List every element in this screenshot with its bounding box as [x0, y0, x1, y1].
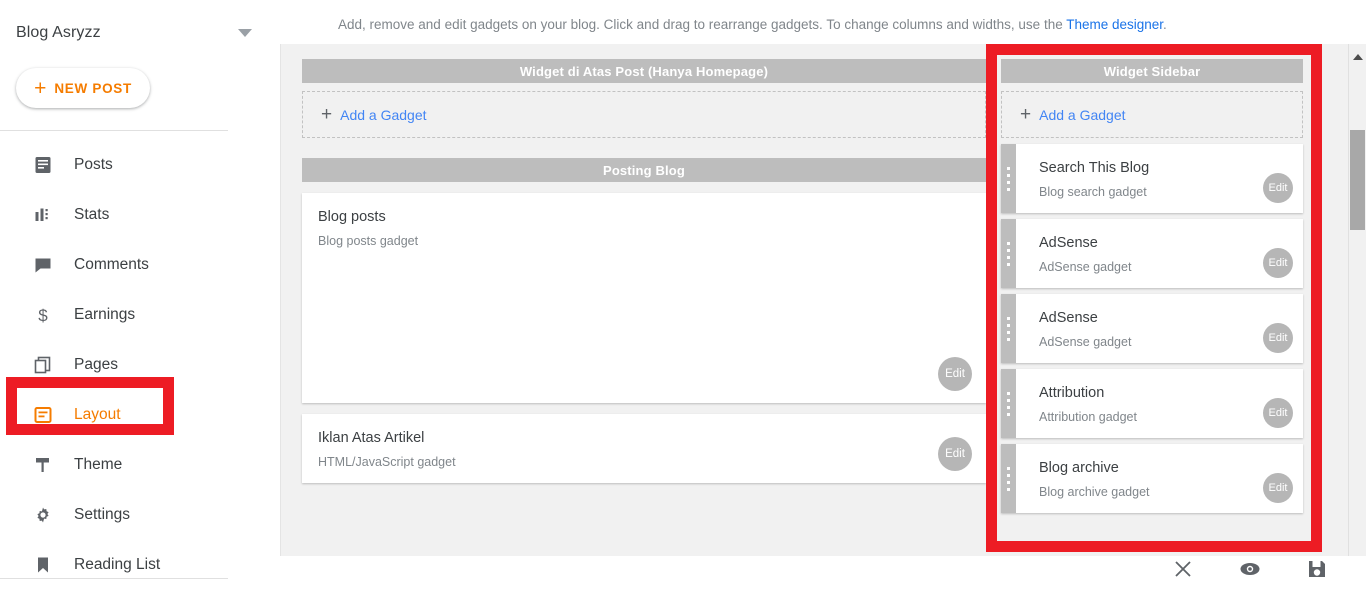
gadget-card[interactable]: AdSense AdSense gadget Edit [1001, 219, 1303, 288]
sidebar-nav: Posts Stats Comments $ Earnings [0, 140, 228, 590]
sidebar-item-label: Reading List [74, 556, 160, 574]
edit-button[interactable]: Edit [938, 437, 972, 471]
sidebar-item-label: Earnings [74, 306, 135, 324]
sidebar-item-posts[interactable]: Posts [0, 140, 228, 190]
scrollbar-thumb[interactable] [1350, 130, 1365, 230]
gadget-subtitle: Blog posts gadget [318, 234, 970, 248]
sidebar-item-label: Posts [74, 156, 113, 174]
close-icon[interactable] [1163, 549, 1203, 589]
sidebar-item-layout[interactable]: Layout [0, 390, 228, 440]
gadget-subtitle: AdSense gadget [1039, 335, 1287, 349]
gadget-title: Blog archive [1039, 460, 1287, 476]
section-header-widget-sidebar: Widget Sidebar [1001, 59, 1303, 83]
add-gadget-button-sidebar[interactable]: + Add a Gadget [1001, 91, 1303, 138]
new-post-label: NEW POST [54, 81, 132, 96]
page-hint-text: Add, remove and edit gadgets on your blo… [338, 17, 1066, 32]
sidebar-item-label: Settings [74, 506, 130, 524]
gadget-card[interactable]: Blog posts Blog posts gadget Edit [302, 193, 986, 403]
sidebar-item-label: Pages [74, 356, 118, 374]
sidebar-item-pages[interactable]: Pages [0, 340, 228, 390]
save-icon[interactable] [1297, 549, 1337, 589]
drag-handle-icon[interactable] [1001, 444, 1016, 513]
sidebar-item-label: Theme [74, 456, 122, 474]
gadget-title: Attribution [1039, 385, 1287, 401]
side-column: Widget Sidebar + Add a Gadget Search Thi… [1001, 59, 1303, 513]
blogger-layout-page: Blog Asryzz + NEW POST Posts Stats [0, 0, 1366, 591]
add-gadget-label: Add a Gadget [340, 107, 426, 123]
layout-canvas: Widget di Atas Post (Hanya Homepage) + A… [280, 44, 1348, 556]
sidebar-item-stats[interactable]: Stats [0, 190, 228, 240]
gadget-title: Iklan Atas Artikel [318, 430, 970, 446]
gadget-title: Search This Blog [1039, 160, 1287, 176]
vertical-scrollbar[interactable] [1348, 44, 1366, 556]
main-column: Widget di Atas Post (Hanya Homepage) + A… [302, 59, 986, 483]
page-hint-tail: . [1163, 17, 1167, 32]
scroll-up-arrow-icon[interactable] [1353, 54, 1363, 60]
gadget-subtitle: AdSense gadget [1039, 260, 1287, 274]
gadget-card[interactable]: Iklan Atas Artikel HTML/JavaScript gadge… [302, 414, 986, 483]
sidebar-item-settings[interactable]: Settings [0, 490, 228, 540]
page-hint: Add, remove and edit gadgets on your blo… [338, 17, 1167, 32]
sidebar-divider-bottom [0, 578, 228, 579]
theme-designer-link[interactable]: Theme designer [1066, 17, 1163, 32]
edit-button[interactable]: Edit [1263, 323, 1293, 353]
svg-text:$: $ [38, 306, 48, 325]
edit-button[interactable]: Edit [1263, 398, 1293, 428]
settings-icon [30, 505, 56, 525]
gadget-title: AdSense [1039, 310, 1287, 326]
edit-button[interactable]: Edit [1263, 173, 1293, 203]
add-gadget-button-above-post[interactable]: + Add a Gadget [302, 91, 986, 138]
gadget-card[interactable]: Search This Blog Blog search gadget Edit [1001, 144, 1303, 213]
sidebar-item-label: Comments [74, 256, 149, 274]
drag-handle-icon[interactable] [1001, 294, 1016, 363]
gadget-card[interactable]: Blog archive Blog archive gadget Edit [1001, 444, 1303, 513]
blog-title: Blog Asryzz [16, 24, 101, 42]
theme-icon [30, 455, 56, 475]
sidebar-item-earnings[interactable]: $ Earnings [0, 290, 228, 340]
gadget-title: Blog posts [318, 209, 970, 225]
bottom-toolbar [1150, 548, 1350, 590]
drag-handle-icon[interactable] [1001, 144, 1016, 213]
sidebar-item-theme[interactable]: Theme [0, 440, 228, 490]
gadget-subtitle: HTML/JavaScript gadget [318, 455, 970, 469]
earnings-icon: $ [30, 305, 56, 325]
edit-button[interactable]: Edit [1263, 473, 1293, 503]
drag-handle-icon[interactable] [1001, 369, 1016, 438]
new-post-button[interactable]: + NEW POST [16, 68, 150, 108]
comments-icon [30, 255, 56, 275]
gadget-title: AdSense [1039, 235, 1287, 251]
sidebar-item-label: Stats [74, 206, 109, 224]
sidebar-item-reading-list[interactable]: Reading List [0, 540, 228, 590]
chevron-down-icon[interactable] [238, 29, 252, 37]
sidebar-divider-top [0, 130, 228, 131]
preview-icon[interactable] [1230, 549, 1270, 589]
add-gadget-label: Add a Gadget [1039, 107, 1125, 123]
gadget-subtitle: Attribution gadget [1039, 410, 1287, 424]
drag-handle-icon[interactable] [1001, 219, 1016, 288]
section-header: Widget di Atas Post (Hanya Homepage) [302, 59, 986, 83]
gadget-card[interactable]: AdSense AdSense gadget Edit [1001, 294, 1303, 363]
sidebar-item-comments[interactable]: Comments [0, 240, 228, 290]
gadget-subtitle: Blog archive gadget [1039, 485, 1287, 499]
gadget-card[interactable]: Attribution Attribution gadget Edit [1001, 369, 1303, 438]
edit-button[interactable]: Edit [938, 357, 972, 391]
layout-icon [30, 405, 56, 425]
posts-icon [30, 155, 56, 175]
left-sidebar: Blog Asryzz + NEW POST Posts Stats [0, 0, 280, 591]
plus-icon: + [321, 105, 332, 124]
section-header: Posting Blog [302, 158, 986, 182]
blog-selector[interactable]: Blog Asryzz [0, 0, 280, 66]
plus-icon: + [1020, 105, 1031, 124]
edit-button[interactable]: Edit [1263, 248, 1293, 278]
sidebar-item-label: Layout [74, 406, 121, 424]
plus-icon: + [34, 78, 46, 99]
stats-icon [30, 205, 56, 225]
gadget-subtitle: Blog search gadget [1039, 185, 1287, 199]
reading-list-icon [30, 555, 56, 575]
pages-icon [30, 355, 56, 375]
